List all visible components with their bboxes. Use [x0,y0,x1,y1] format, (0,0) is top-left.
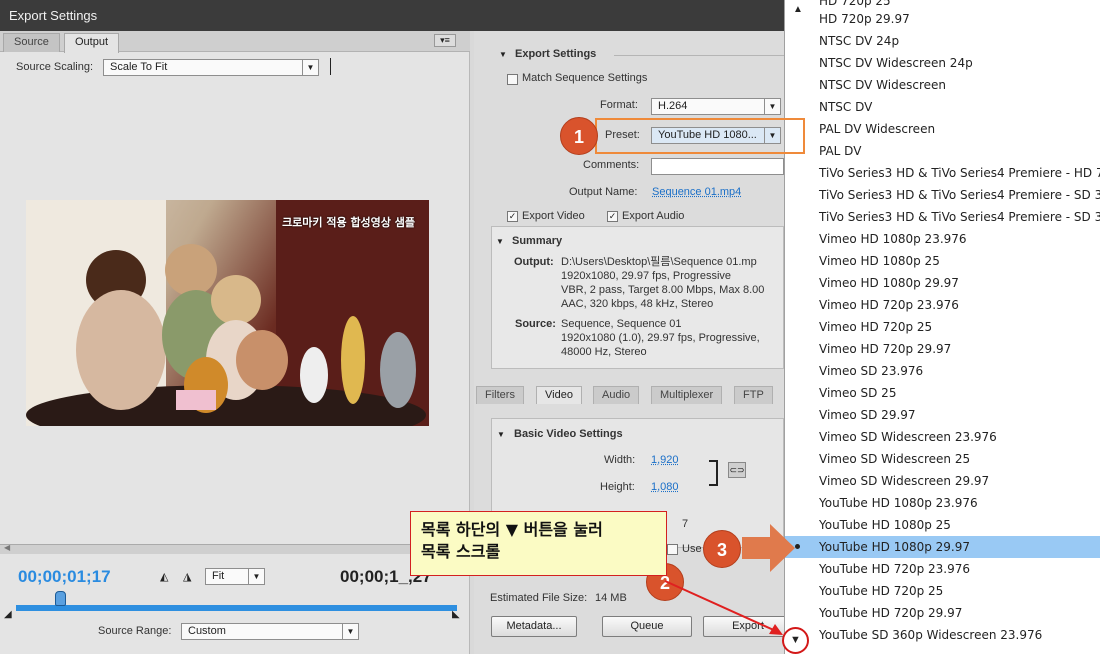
instruction-callout: 목록 하단의 ▼ 버튼을 눌러 목록 스크롤 [410,511,667,576]
red-arrow-line [664,580,779,633]
arrow-right-icon [742,524,795,572]
callout-line-1: 목록 하단의 ▼ 버튼을 눌러 [421,520,603,539]
scroll-down-icon[interactable]: ▼ [782,627,809,654]
callout-line-2: 목록 스크롤 [421,542,501,561]
